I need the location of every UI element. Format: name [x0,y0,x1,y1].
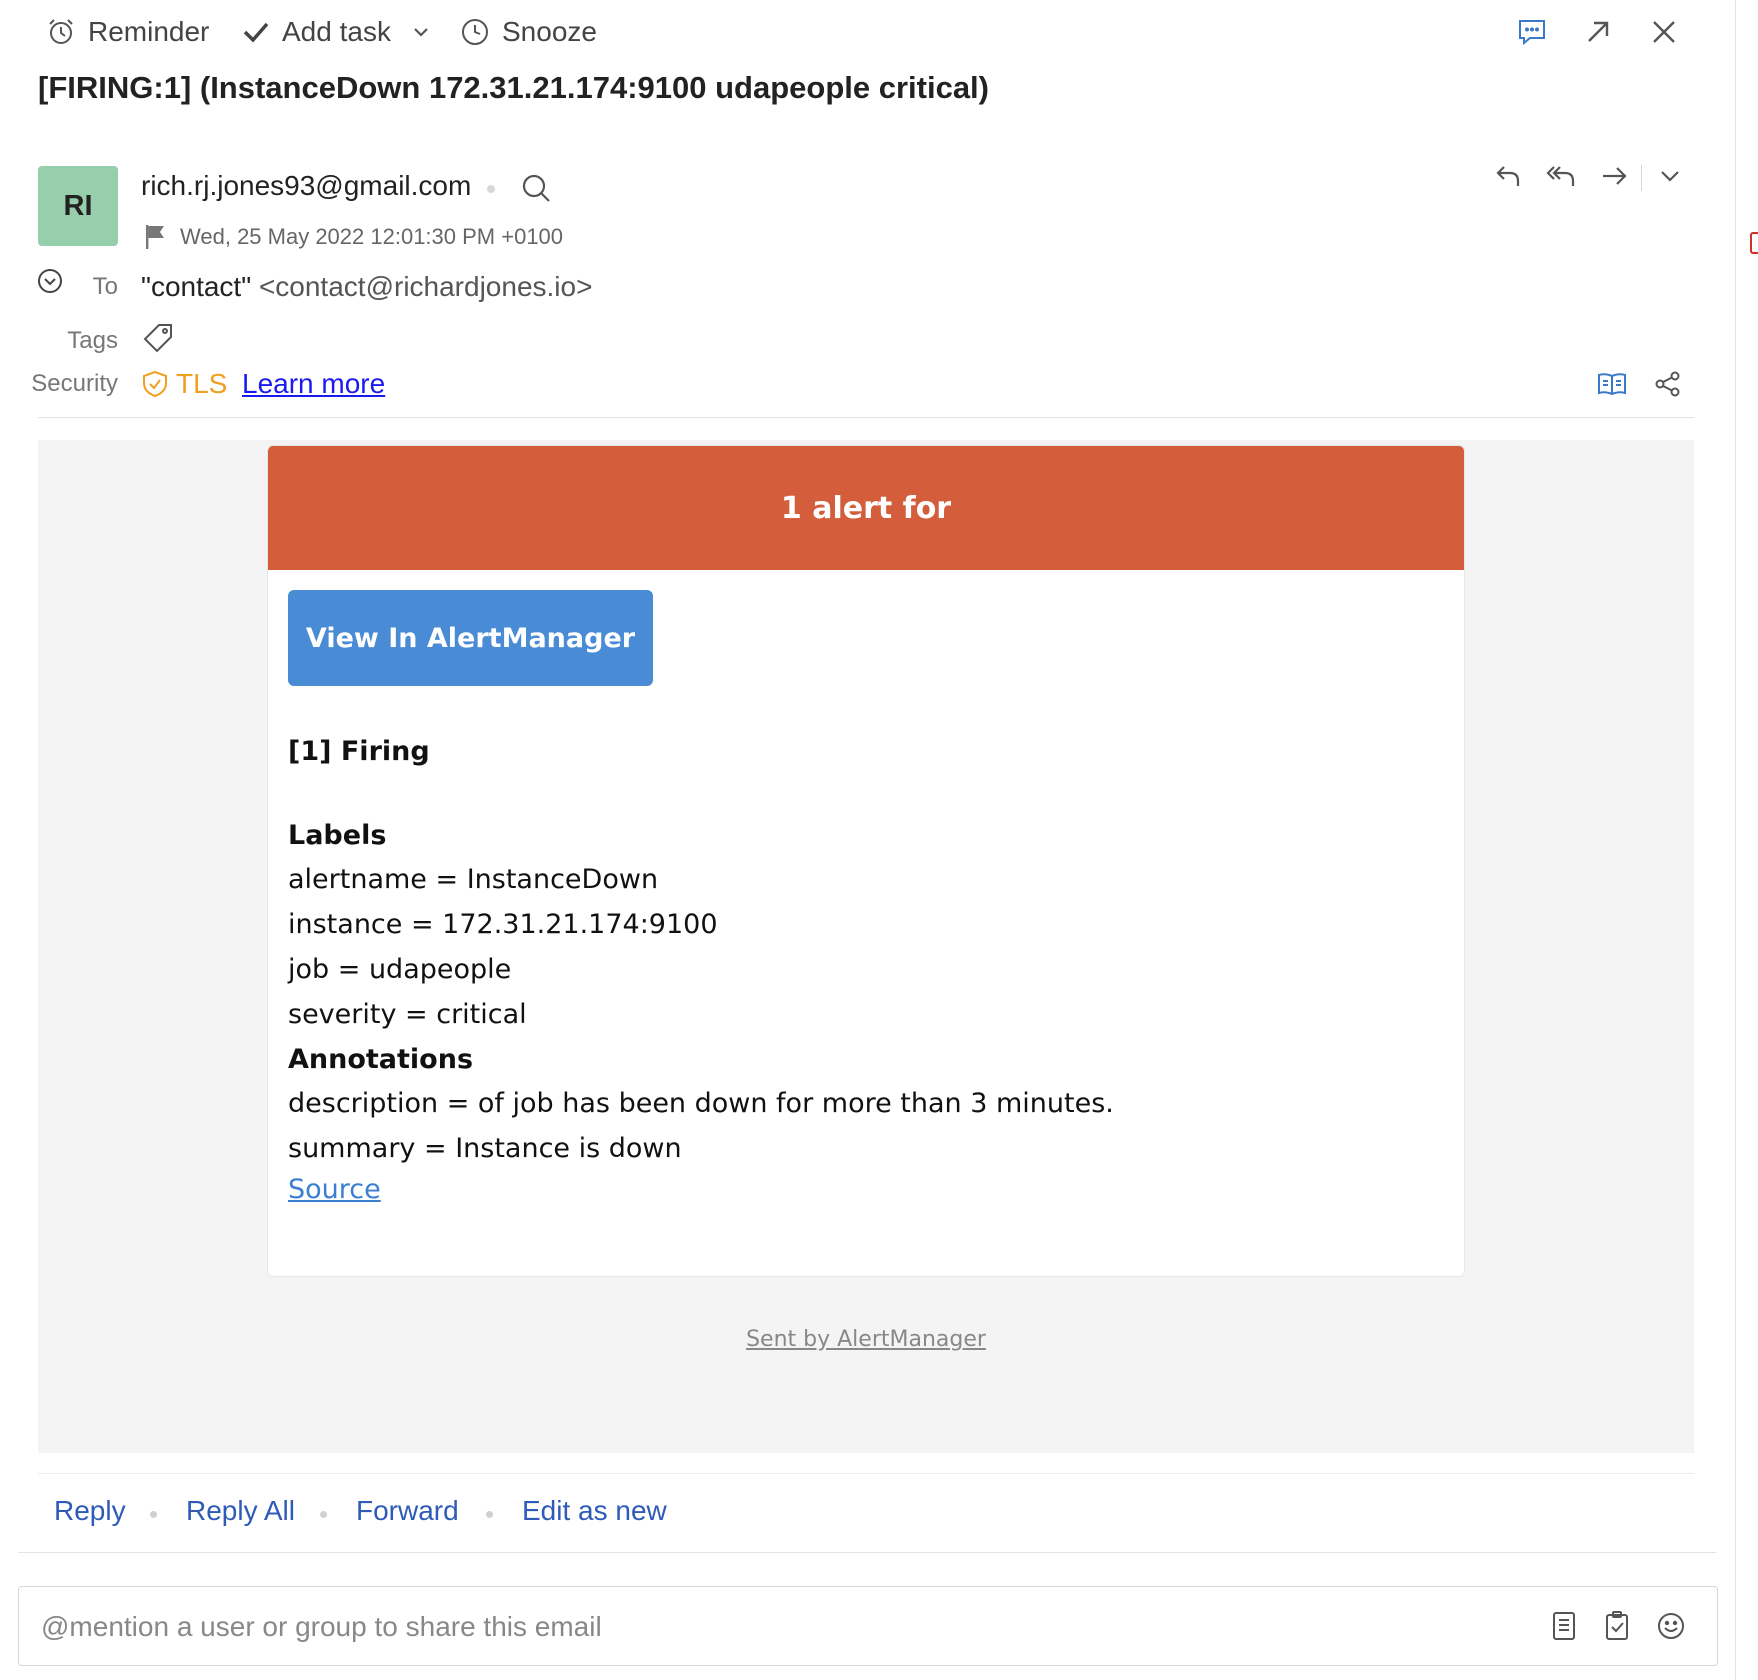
add-task-label: Add task [282,16,391,47]
source-link[interactable]: Source [288,1174,381,1205]
security-label: Security [31,370,118,397]
label-line: job = udapeople [288,954,512,985]
sender-email[interactable]: rich.rj.jones93@gmail.com [141,170,471,202]
annotation-line: description = of job has been down for m… [288,1088,1114,1119]
smiley-icon [1656,1611,1686,1641]
tag-icon [142,322,174,354]
close-icon [1651,19,1677,45]
arrow-up-right-icon [1584,18,1612,46]
reminder-label: Reminder [88,16,210,47]
to-label: To [92,273,118,300]
sent-by-link[interactable]: Sent by AlertManager [746,1327,986,1352]
mention-input[interactable]: @mention a user or group to share this e… [18,1586,1718,1666]
arrow-right-icon [1600,162,1628,190]
body-divider [38,1473,1694,1474]
view-in-alertmanager-button[interactable]: View In AlertManager [288,590,653,686]
actions-divider [18,1552,1716,1553]
check-icon [242,18,270,46]
label-line: instance = 172.31.21.174:9100 [288,909,718,940]
reply-icon-button[interactable] [1488,156,1528,196]
clock-icon [460,17,490,47]
sent-date: Wed, 25 May 2022 12:01:30 PM +0100 [180,224,564,249]
search-icon [520,172,552,204]
label-line: severity = critical [288,999,527,1030]
search-sender-button[interactable] [516,168,556,208]
tls-label: TLS [176,368,228,399]
annotations-title: Annotations [288,1044,474,1075]
chat-bubble-icon [1516,16,1548,48]
reply-all-link[interactable]: Reply All [186,1495,295,1527]
chevron-down-icon [412,23,430,41]
separator-dot [487,185,495,193]
tls-badge: TLS [142,368,227,400]
header-divider [38,417,1694,418]
reply-all-icon [1545,162,1577,190]
clipboard-check-icon [1603,1611,1631,1641]
forward-icon-button[interactable] [1594,156,1634,196]
tags-label: Tags [67,327,118,354]
email-subject: [FIRING:1] (InstanceDown 172.31.21.174:9… [38,70,989,105]
to-recipient[interactable]: "contact" <contact@richardjones.io> [141,271,592,303]
snooze-button[interactable]: Snooze [460,10,597,54]
panel-edge [1735,0,1736,1680]
email-body: 1 alert for View In AlertManager [1] Fir… [38,440,1694,1453]
reminder-button[interactable]: Reminder [46,10,209,54]
more-actions-button[interactable] [1650,156,1690,196]
alarm-clock-icon [46,17,76,47]
flag-icon [145,224,167,250]
mention-placeholder: @mention a user or group to share this e… [41,1611,602,1642]
label-line: alertname = InstanceDown [288,864,659,895]
chevron-down-icon [1659,165,1681,187]
sent-by-footer: Sent by AlertManager [38,1327,1694,1352]
to-address: <contact@richardjones.io> [258,271,593,302]
reading-view-button[interactable] [1592,364,1632,404]
reply-all-icon-button[interactable] [1541,156,1581,196]
add-task-button[interactable]: Add task [242,10,391,54]
toolbar-separator [1641,165,1642,191]
document-icon [1550,1611,1578,1641]
note-button[interactable] [1544,1606,1584,1646]
side-indicator [1750,232,1758,254]
add-tag-button[interactable] [142,322,174,354]
emoji-button[interactable] [1651,1606,1691,1646]
separator-dot [150,1511,157,1518]
learn-more-link[interactable]: Learn more [242,368,385,400]
to-name: "contact" [141,271,252,302]
edit-as-new-link[interactable]: Edit as new [522,1495,667,1527]
flag-button[interactable] [145,224,167,250]
forward-link[interactable]: Forward [356,1495,459,1527]
book-icon [1597,371,1627,397]
labels-title: Labels [288,820,387,851]
reply-link[interactable]: Reply [54,1495,126,1527]
annotation-line: summary = Instance is down [288,1133,682,1164]
separator-dot [486,1511,493,1518]
comment-button[interactable] [1512,12,1552,52]
firing-title: [1] Firing [288,736,430,767]
close-button[interactable] [1644,12,1684,52]
add-task-dropdown[interactable] [401,12,441,52]
shield-check-icon [142,370,168,398]
avatar: RI [38,166,118,246]
task-button[interactable] [1597,1606,1637,1646]
share-button[interactable] [1648,364,1688,404]
alert-card: 1 alert for View In AlertManager [1] Fir… [267,445,1465,1277]
reply-icon [1494,162,1522,190]
alert-card-header: 1 alert for [268,446,1464,570]
pop-out-button[interactable] [1578,12,1618,52]
separator-dot [320,1511,327,1518]
share-icon [1654,370,1682,398]
snooze-label: Snooze [502,16,597,47]
